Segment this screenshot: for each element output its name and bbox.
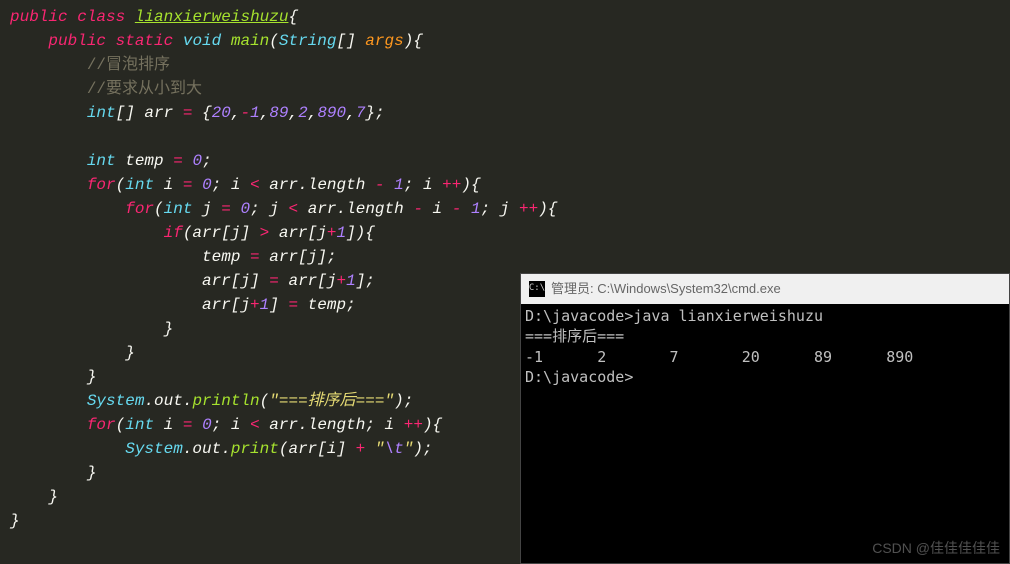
terminal-prompt: D:\javacode> [525, 368, 633, 386]
title-bar[interactable]: C:\ 管理员: C:\Windows\System32\cmd.exe [521, 274, 1009, 304]
watermark: CSDN @佳佳佳佳佳 [872, 538, 1000, 559]
comment: //要求从小到大 [87, 80, 202, 98]
terminal-line: D:\javacode>java lianxierweishuzu [525, 307, 823, 325]
terminal-window[interactable]: C:\ 管理员: C:\Windows\System32\cmd.exe D:\… [520, 273, 1010, 564]
window-title: 管理员: C:\Windows\System32\cmd.exe [551, 279, 781, 299]
class-name: lianxierweishuzu [135, 8, 289, 26]
terminal-line: -1 2 7 20 89 890 [525, 348, 913, 366]
cmd-icon: C:\ [529, 281, 545, 297]
method-name: main [231, 32, 269, 50]
keyword: public [10, 8, 68, 26]
keyword: class [77, 8, 125, 26]
comment: //冒泡排序 [87, 56, 170, 74]
terminal-output[interactable]: D:\javacode>java lianxierweishuzu ===排序后… [521, 304, 1009, 389]
terminal-line: ===排序后=== [525, 327, 624, 345]
